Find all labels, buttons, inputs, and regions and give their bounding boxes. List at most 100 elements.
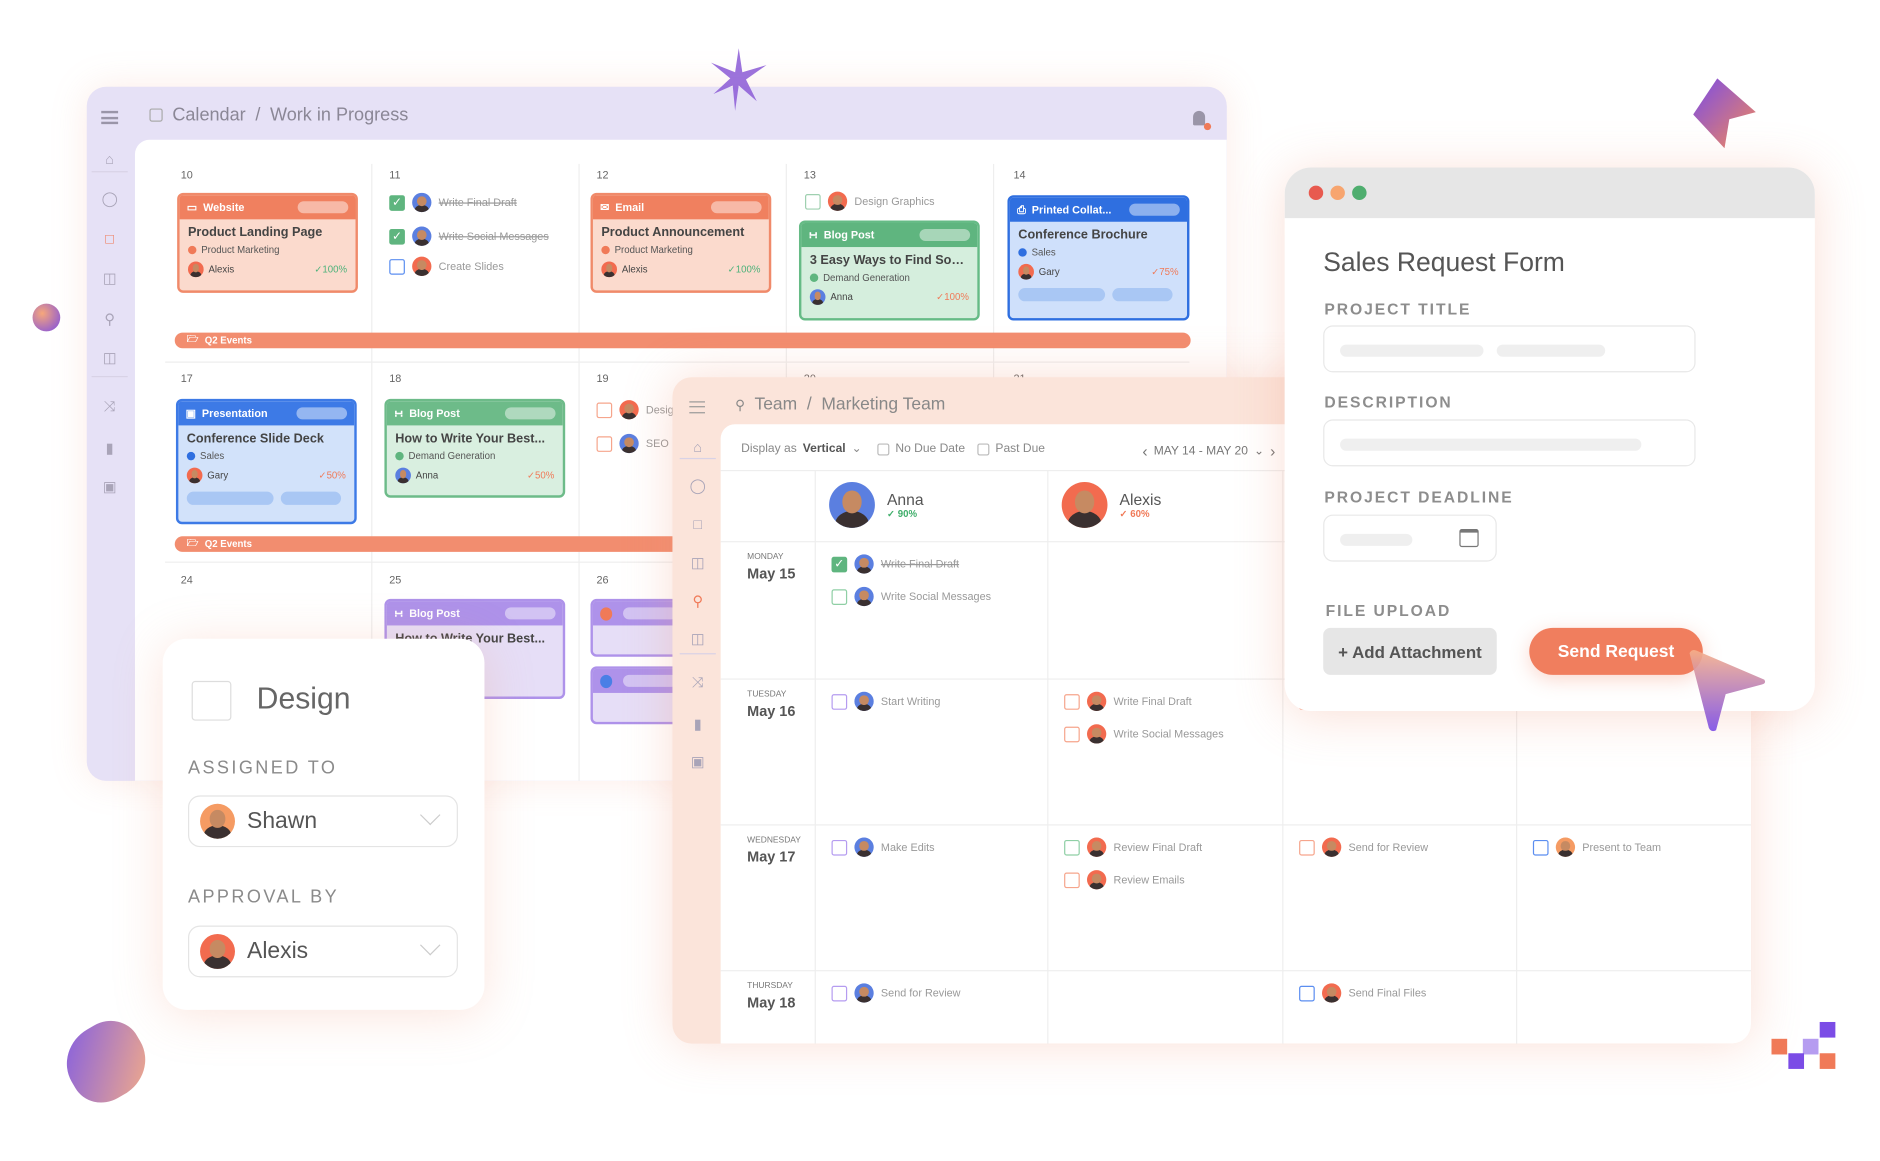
event-bar-q2[interactable]: 🗁 Q2 Events	[174, 332, 1191, 349]
task-checkbox[interactable]	[831, 693, 848, 710]
calendar-card[interactable]: ▣ Presentation Conference Slide Deck Sales G…	[175, 398, 357, 525]
briefcase-icon[interactable]: ▣	[689, 753, 706, 770]
task-checkbox[interactable]	[1532, 839, 1549, 856]
layout-icon[interactable]: ◫	[101, 270, 118, 287]
task-item[interactable]: ✓ Write Social Messages	[389, 226, 549, 246]
task-label: Review Emails	[1113, 873, 1185, 886]
display-as-control[interactable]: Display as Vertical ⌄	[741, 442, 862, 455]
send-request-button[interactable]: Send Request	[1529, 627, 1703, 675]
task-checkbox[interactable]	[831, 985, 848, 1001]
task-item[interactable]: Send Final Files	[1299, 983, 1426, 1003]
team-icon[interactable]: ⚲	[689, 593, 706, 610]
briefcase-icon[interactable]: ▣	[101, 478, 118, 495]
task-checkbox[interactable]: ✓	[831, 556, 848, 572]
task-label: Present to Team	[1582, 841, 1662, 854]
task-checkbox[interactable]	[596, 435, 613, 452]
task-checkbox[interactable]	[1064, 726, 1080, 742]
checkbox[interactable]	[977, 442, 990, 455]
task-item[interactable]: Review Final Draft	[1064, 837, 1202, 857]
chevron-left-icon[interactable]: ‹	[1142, 442, 1147, 460]
bell-icon[interactable]	[1193, 110, 1212, 131]
form-title: Sales Request Form	[1323, 247, 1565, 278]
task-checkbox[interactable]	[1064, 871, 1080, 888]
task-item[interactable]: ✓ Write Final Draft	[389, 192, 517, 213]
breadcrumb-section[interactable]: Team	[754, 395, 797, 414]
task-checkbox[interactable]	[389, 258, 405, 275]
home-icon[interactable]: ⌂	[689, 439, 706, 456]
task-checkbox[interactable]: ✓	[389, 194, 405, 211]
lightbulb-icon[interactable]: ◯	[689, 477, 706, 494]
member-header[interactable]: Alexis ✓ 60%	[1061, 482, 1161, 528]
task-item[interactable]: Write Social Messages	[831, 586, 991, 607]
project-deadline-input[interactable]	[1323, 514, 1497, 562]
task-checkbox[interactable]	[831, 839, 848, 856]
no-due-date-filter[interactable]: No Due Date	[877, 442, 965, 456]
day-number: 12	[596, 168, 609, 181]
avatar	[1321, 837, 1342, 857]
calendar-card[interactable]: ∺ Blog Post 3 Easy Ways to Find Social... D…	[798, 220, 980, 321]
chart-icon[interactable]: ▮	[101, 440, 118, 457]
description-input[interactable]	[1323, 419, 1696, 467]
progress-label: 60%	[1130, 508, 1150, 520]
task-checkbox[interactable]	[191, 680, 232, 721]
task-checkbox[interactable]	[1299, 985, 1315, 1001]
layout-icon[interactable]: ◫	[689, 554, 706, 571]
add-attachment-button[interactable]: + Add Attachment	[1323, 627, 1497, 675]
card-body: Product Announcement Product Marketing Ale…	[593, 219, 769, 283]
task-item[interactable]: Design	[596, 400, 680, 420]
task-checkbox[interactable]	[596, 401, 613, 418]
past-due-filter[interactable]: Past Due	[977, 442, 1045, 456]
calendar-icon[interactable]	[1459, 529, 1479, 548]
task-checkbox[interactable]	[1299, 839, 1315, 856]
calendar-icon[interactable]: □	[101, 230, 118, 247]
project-title-input[interactable]	[1323, 325, 1696, 373]
task-item[interactable]: Present to Team	[1532, 837, 1662, 857]
assigned-to-select[interactable]: Shawn	[187, 795, 458, 848]
calendar-card[interactable]: ✉ Email Product Announcement Product Market…	[590, 192, 772, 293]
date-range-picker[interactable]: ‹ MAY 14 - MAY 20 ⌄ ›	[1142, 442, 1275, 460]
maximize-window-dot[interactable]	[1352, 185, 1367, 201]
task-item[interactable]: Send for Review	[831, 983, 961, 1003]
task-checkbox[interactable]: ✓	[389, 228, 405, 245]
day-number: 19	[596, 372, 609, 385]
task-item[interactable]: Make Edits	[831, 837, 935, 857]
hamburger-menu-icon[interactable]	[101, 110, 119, 125]
placeholder-pill	[622, 674, 678, 687]
lightbulb-icon[interactable]: ◯	[101, 190, 118, 207]
checkbox[interactable]	[877, 442, 890, 455]
columns-icon[interactable]: ◫	[101, 349, 118, 366]
task-item[interactable]: Create Slides	[389, 256, 504, 276]
chevron-right-icon[interactable]: ›	[1270, 442, 1275, 460]
orb-decoration	[32, 303, 61, 332]
task-checkbox[interactable]	[831, 588, 848, 605]
task-item[interactable]: Send for Review	[1299, 837, 1428, 857]
task-item[interactable]: Review Emails	[1064, 870, 1185, 890]
columns-icon[interactable]: ◫	[689, 630, 706, 647]
task-item[interactable]: SEO	[596, 433, 669, 454]
calendar-card[interactable]: ▭ Website Product Landing Page Product Mark…	[177, 192, 358, 293]
home-icon[interactable]: ⌂	[101, 151, 118, 168]
task-item[interactable]: Start Writing	[831, 691, 940, 712]
task-item[interactable]: ✓ Write Final Draft	[831, 554, 959, 574]
event-label: Q2 Events	[204, 538, 252, 550]
member-header[interactable]: Anna ✓ 90%	[829, 482, 924, 528]
team-icon[interactable]: ⚲	[101, 311, 118, 328]
task-checkbox[interactable]	[1064, 839, 1080, 856]
chart-icon[interactable]: ▮	[689, 716, 706, 733]
check-icon: ✓	[1119, 508, 1131, 520]
shuffle-icon[interactable]: ⤨	[101, 398, 118, 415]
approval-by-select[interactable]: Alexis	[187, 925, 458, 978]
task-item[interactable]: Design Graphics	[805, 191, 935, 211]
shuffle-icon[interactable]: ⤨	[689, 674, 706, 691]
minimize-window-dot[interactable]	[1330, 185, 1345, 201]
calendar-card[interactable]: ⎙ Printed Collat... Conference Brochure Sal…	[1007, 195, 1190, 321]
task-checkbox[interactable]	[1064, 693, 1080, 710]
task-item[interactable]: Write Final Draft	[1064, 691, 1192, 712]
breadcrumb-section[interactable]: Calendar	[172, 105, 245, 125]
calendar-icon[interactable]: □	[689, 516, 706, 533]
task-item[interactable]: Write Social Messages	[1064, 724, 1224, 744]
calendar-card[interactable]: ∺ Blog Post How to Write Your Best... Deman…	[384, 398, 566, 498]
close-window-dot[interactable]	[1308, 185, 1324, 201]
hamburger-menu-icon[interactable]	[689, 401, 705, 414]
task-checkbox[interactable]	[805, 193, 821, 210]
